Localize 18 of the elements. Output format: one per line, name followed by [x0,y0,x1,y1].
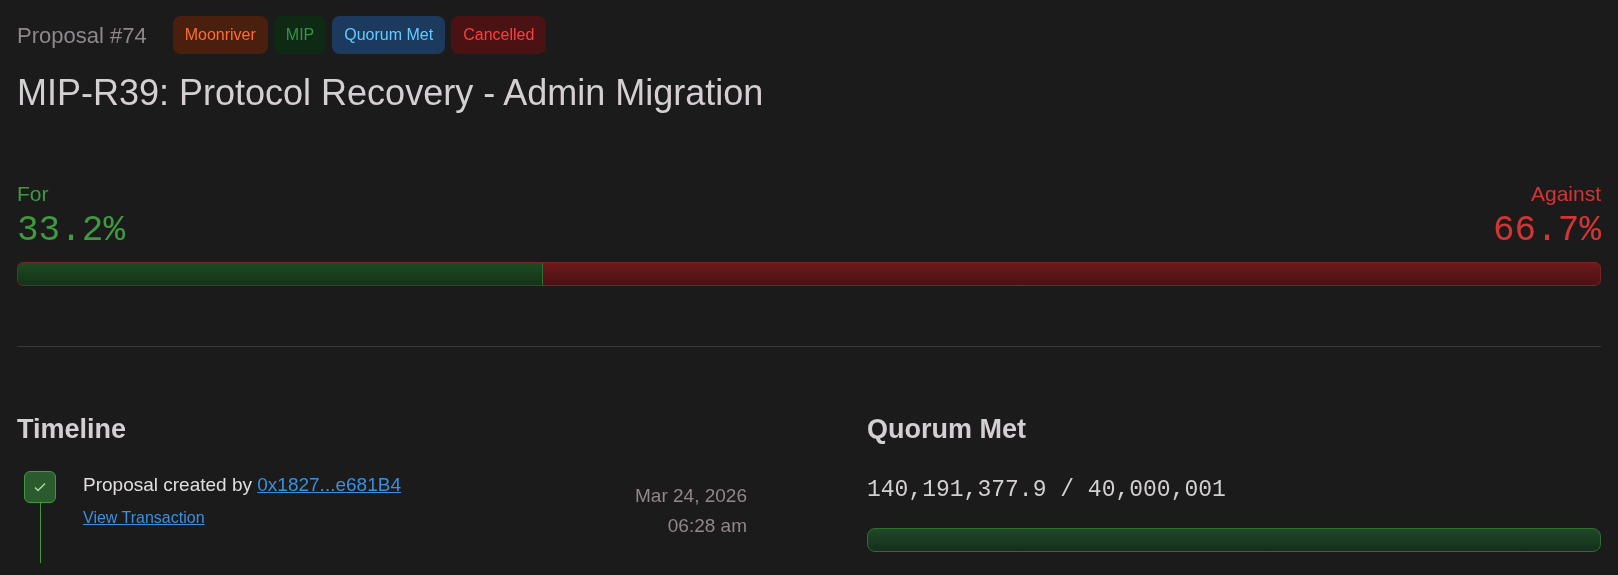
event-date: Mar 24, 2026 [635,484,747,508]
tag: Quorum Met [332,16,446,54]
quorum-reading: 140,191,377.9 / 40,000,001 [867,476,1227,505]
against-percent: 66.7% [1492,209,1601,252]
for-percent: 33.2% [17,209,126,252]
tag: MIP [273,16,327,54]
proposal-number: Proposal #74 [17,21,147,50]
address-link[interactable]: 0x1827...e681B4 [257,474,401,495]
quorum-heading: Quorum Met [867,412,1027,446]
timeline-heading: Timeline [17,412,128,446]
view-transaction-link[interactable]: View Transaction [83,505,205,530]
tag: Cancelled [451,16,547,54]
for-label: For [17,181,50,207]
against-label: Against [1530,181,1601,207]
proposal-title: MIP-R39: Protocol Recovery - Admin Migration [17,71,765,115]
tag: Moonriver [172,16,268,54]
event-description: Proposal created by 0x1827...e681B4 [83,473,402,497]
event-time: 06:28 am [667,514,747,538]
